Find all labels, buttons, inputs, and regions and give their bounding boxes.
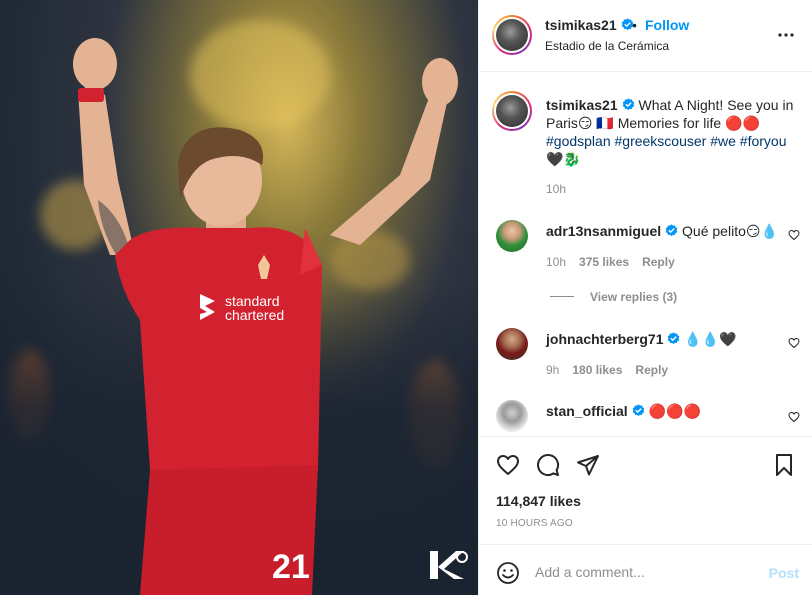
more-options-icon[interactable] (777, 26, 795, 44)
verified-badge-icon (632, 404, 645, 417)
comment-text: adr13nsanmiguel Qué pelito😏💧 (546, 222, 778, 240)
view-replies-button[interactable]: View replies (3) (550, 290, 677, 304)
comment-meta: 9h 180 likes Reply (546, 363, 681, 377)
shirt-number: 21 (272, 548, 310, 586)
like-comment-heart-icon[interactable] (788, 229, 800, 241)
post-caption: tsimikas21 What A Night! See you in Pari… (546, 96, 798, 168)
post-comment-button[interactable]: Post (769, 565, 799, 581)
caption-author-avatar[interactable] (492, 91, 532, 131)
post-side-panel: tsimikas21 • Follow Estadio de la Cerámi… (478, 0, 812, 595)
caption-hashtags[interactable]: #godsplan #greekscouser #we #foryou (546, 133, 787, 149)
comment-username[interactable]: stan_official (546, 403, 628, 419)
comment-time: 9h (546, 363, 560, 377)
follow-button[interactable]: Follow (645, 17, 689, 33)
post-photo[interactable]: standard chartered 21 (0, 0, 478, 595)
author-avatar[interactable] (492, 15, 532, 55)
sponsor-icon (200, 294, 215, 320)
like-comment-heart-icon[interactable] (788, 337, 800, 349)
comment-likes[interactable]: 375 likes (579, 255, 629, 269)
comment-body: 🔴🔴🔴 (648, 403, 701, 419)
comment-bubble-icon[interactable] (536, 453, 560, 477)
location-link[interactable]: Estadio de la Cerámica (545, 39, 669, 53)
comment-time: 10h (546, 255, 567, 269)
sponsor-line2: chartered (225, 307, 285, 323)
add-comment-bar: Post (479, 544, 812, 595)
caption-timestamp: 10h (546, 182, 567, 196)
reply-button[interactable]: Reply (642, 255, 675, 269)
comment-username[interactable]: johnachterberg71 (546, 331, 663, 347)
comment-text: stan_official 🔴🔴🔴 (546, 402, 701, 420)
comment-body: 💧💧🖤 (684, 331, 737, 347)
like-comment-heart-icon[interactable] (788, 411, 800, 423)
separator-dot: • (632, 17, 637, 33)
emoji-smiley-icon[interactable] (496, 561, 520, 585)
post-timestamp: 10 HOURS AGO (496, 518, 573, 529)
author-username-text[interactable]: tsimikas21 (545, 17, 617, 33)
share-paper-plane-icon[interactable] (576, 453, 600, 477)
comment-body: Qué pelito😏💧 (682, 223, 778, 239)
verified-badge-icon (622, 98, 634, 111)
post-header: tsimikas21 • Follow Estadio de la Cerámi… (479, 0, 812, 72)
caption-emoji: 🖤🐉 (546, 151, 581, 167)
caption-username[interactable]: tsimikas21 (546, 97, 618, 113)
like-heart-icon[interactable] (496, 453, 520, 477)
verified-badge-icon (665, 224, 678, 237)
add-comment-input[interactable] (535, 560, 755, 584)
reply-button[interactable]: Reply (635, 363, 668, 377)
post-actions: 114,847 likes 10 HOURS AGO (479, 436, 812, 544)
likes-count[interactable]: 114,847 likes (496, 493, 581, 509)
author-username[interactable]: tsimikas21 (545, 17, 634, 33)
view-replies-label[interactable]: View replies (3) (590, 290, 677, 304)
comment-username[interactable]: adr13nsanmiguel (546, 223, 661, 239)
save-bookmark-icon[interactable] (772, 453, 796, 477)
replies-divider (550, 296, 574, 297)
kt-watermark-logo (430, 551, 468, 579)
comment-meta: 10h 375 likes Reply (546, 255, 688, 269)
commenter-avatar[interactable] (496, 328, 528, 360)
commenter-avatar[interactable] (496, 220, 528, 252)
comments-list[interactable]: tsimikas21 What A Night! See you in Pari… (479, 72, 812, 436)
verified-badge-icon (668, 332, 680, 345)
commenter-avatar[interactable] (496, 400, 528, 432)
comment-text: johnachterberg71 💧💧🖤 (546, 330, 737, 348)
comment-likes[interactable]: 180 likes (572, 363, 622, 377)
